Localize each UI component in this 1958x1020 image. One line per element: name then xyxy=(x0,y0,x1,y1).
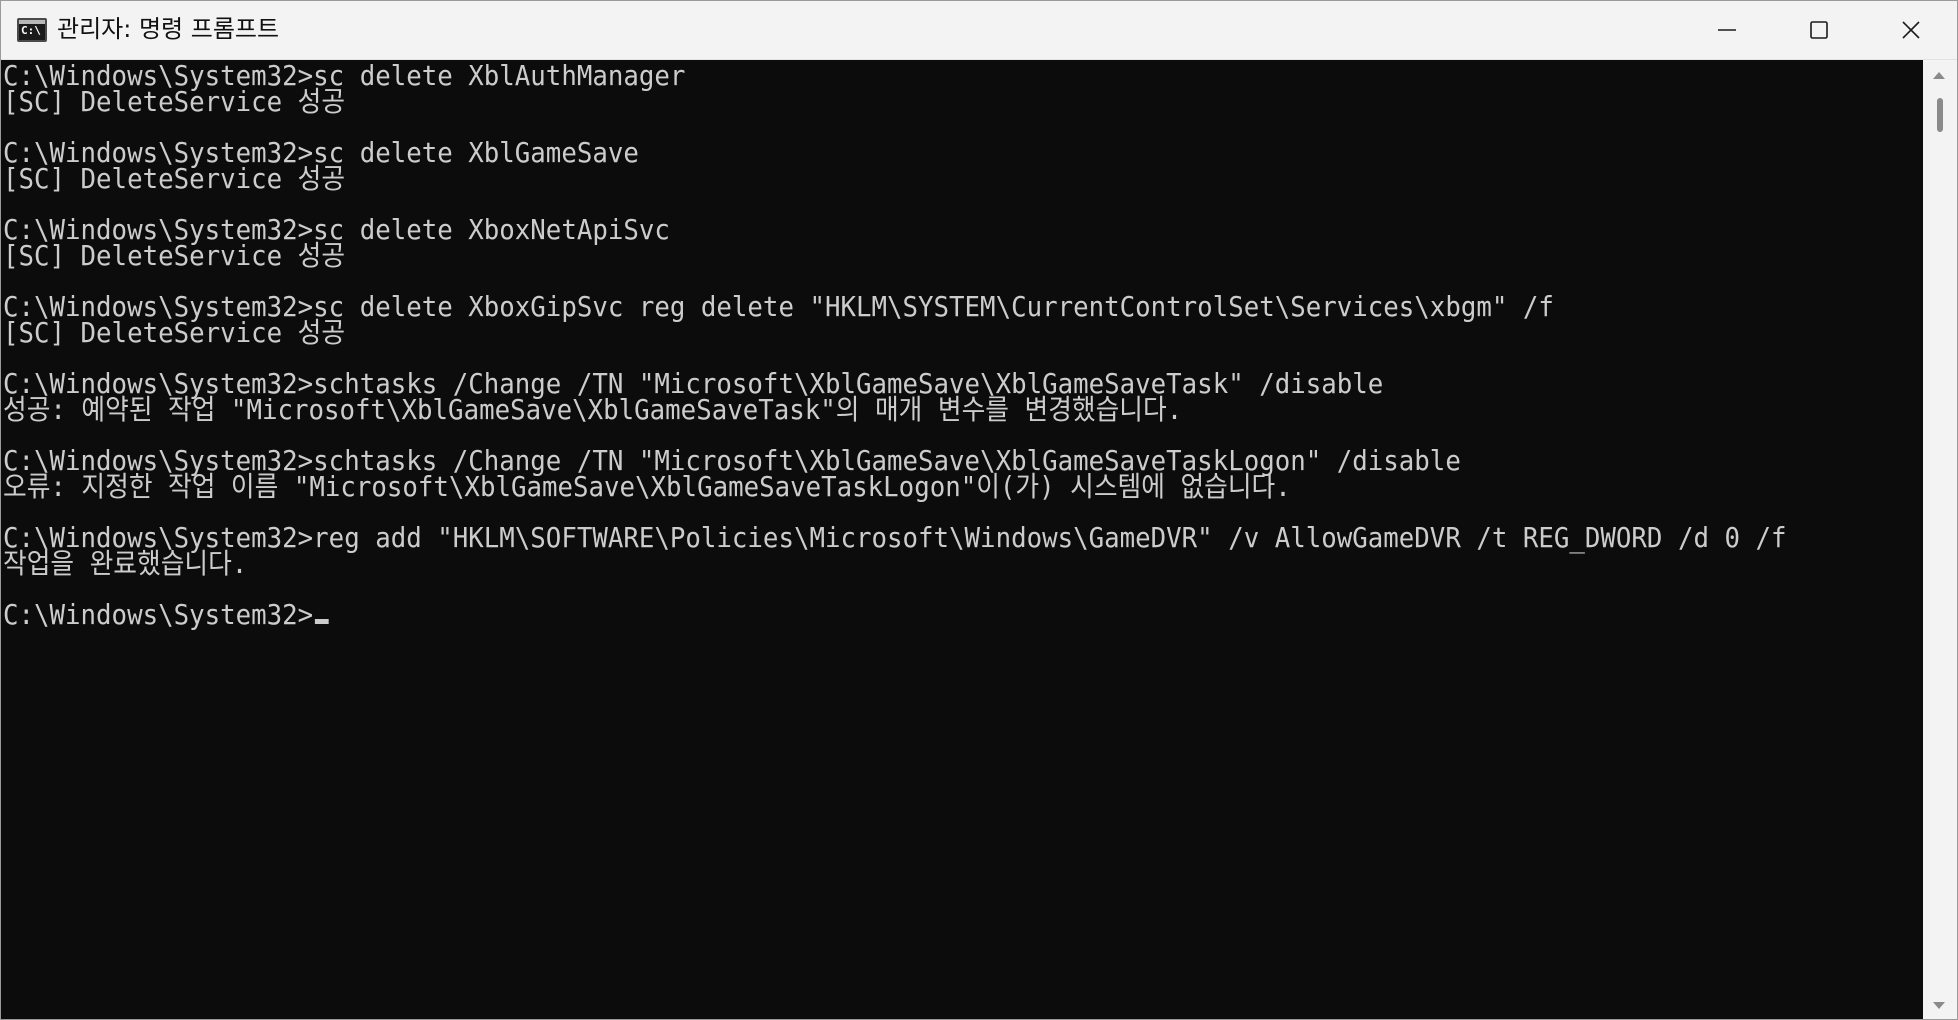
close-button[interactable] xyxy=(1865,1,1957,59)
text-cursor xyxy=(315,619,329,624)
minimize-button[interactable] xyxy=(1681,1,1773,59)
console-line: 성공: 예약된 작업 "Microsoft\XblGameSave\XblGam… xyxy=(3,393,1183,426)
console-output[interactable]: C:\Windows\System32>sc delete XblAuthMan… xyxy=(1,60,1923,1019)
cmd-icon-glyph: C:\ xyxy=(21,24,41,37)
prompt-line[interactable]: C:\Windows\System32> xyxy=(3,599,329,631)
maximize-icon xyxy=(1810,21,1828,39)
close-icon xyxy=(1902,21,1920,39)
cmd-icon[interactable]: C:\ xyxy=(17,18,47,42)
console-line: [SC] DeleteService 성공 xyxy=(3,316,346,349)
console-line: C:\Windows\System32>reg add "HKLM\SOFTWA… xyxy=(3,521,1787,554)
console-line: 오류: 지정한 작업 이름 "Microsoft\XblGameSave\Xbl… xyxy=(3,470,1291,503)
prompt-text: C:\Windows\System32> xyxy=(3,598,314,631)
command-prompt-window: C:\ 관리자: 명령 프롬프트 C:\Windows\System32>sc … xyxy=(0,0,1958,1020)
scroll-down-icon[interactable] xyxy=(1933,1002,1945,1009)
console-line: 작업을 완료했습니다. xyxy=(3,547,248,580)
window-title: 관리자: 명령 프롬프트 xyxy=(57,15,280,43)
scroll-up-icon[interactable] xyxy=(1933,72,1945,79)
scroll-thumb[interactable] xyxy=(1937,98,1943,132)
maximize-button[interactable] xyxy=(1773,1,1865,59)
console-line: [SC] DeleteService 성공 xyxy=(3,85,346,118)
vertical-scrollbar[interactable] xyxy=(1923,60,1957,1019)
console-line: [SC] DeleteService 성공 xyxy=(3,162,346,195)
minimize-icon xyxy=(1718,29,1736,31)
title-bar[interactable]: C:\ 관리자: 명령 프롬프트 xyxy=(1,1,1957,60)
console-line: [SC] DeleteService 성공 xyxy=(3,239,346,272)
